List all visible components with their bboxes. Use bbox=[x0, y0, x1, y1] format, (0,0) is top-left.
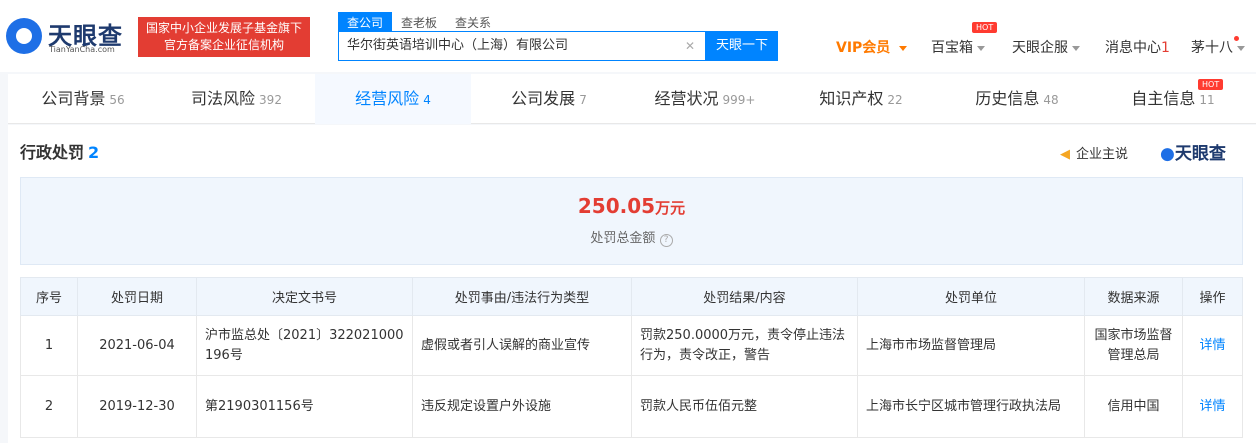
search-input[interactable]: 华尔街英语培训中心（上海）有限公司 ✕ bbox=[338, 31, 706, 61]
badge-line-1: 国家中小企业发展子基金旗下 bbox=[145, 21, 302, 35]
notification-dot bbox=[1234, 36, 1239, 41]
search-type-tabs: 查公司 查老板 查关系 bbox=[338, 12, 500, 33]
cell-authority: 上海市市场监督管理局 bbox=[857, 315, 1085, 376]
chevron-down-icon bbox=[1237, 45, 1245, 51]
col-action: 操作 bbox=[1182, 277, 1243, 316]
chevron-down-icon bbox=[1072, 45, 1080, 51]
tab-search-relation[interactable]: 查关系 bbox=[446, 12, 500, 33]
cell-authority: 上海市长宁区城市管理行政执法局 bbox=[857, 375, 1085, 438]
brand-domain: TianYanCha.com bbox=[49, 45, 115, 54]
total-penalty-amount: 250.05万元 bbox=[577, 194, 686, 218]
tab-company-development[interactable]: 公司发展 7 bbox=[471, 74, 627, 124]
table-row: 1 2021-06-04 沪市监总处〔2021〕322021000196号 虚假… bbox=[20, 315, 1243, 376]
top-header: 天眼查 TianYanCha.com 国家中小企业发展子基金旗下 官方备案企业征… bbox=[0, 0, 1256, 72]
cell-doc-number: 第2190301156号 bbox=[196, 375, 413, 438]
tab-self-info[interactable]: 自主信息 11 bbox=[1095, 74, 1251, 124]
tab-operational-risk[interactable]: 经营风险 4 bbox=[315, 74, 471, 124]
vip-label: VIP会员 bbox=[836, 40, 891, 56]
tab-intellectual-property[interactable]: 知识产权 22 bbox=[783, 74, 939, 124]
cell-reason: 违反规定设置户外设施 bbox=[412, 375, 632, 438]
penalty-table: 序号 处罚日期 决定文书号 处罚事由/违法行为类型 处罚结果/内容 处罚单位 数… bbox=[20, 277, 1243, 438]
admin-penalty-panel: 行政处罚 2 ◀ 企业主说 ●天眼查 250.05万元 处罚总金额 ? 序号 处罚日… bbox=[8, 125, 1256, 443]
clear-icon[interactable]: ✕ bbox=[685, 32, 695, 60]
col-date: 处罚日期 bbox=[77, 277, 197, 316]
cell-date: 2019-12-30 bbox=[77, 375, 197, 438]
treasure-box-label: 百宝箱 bbox=[931, 40, 973, 56]
tab-business-status[interactable]: 经营状况 999+ bbox=[627, 74, 783, 124]
enterprise-service-menu[interactable]: 天眼企服 bbox=[1012, 37, 1080, 57]
hot-badge: HOT bbox=[972, 22, 998, 33]
badge-line-2: 官方备案企业征信机构 bbox=[163, 38, 284, 52]
megaphone-icon: ◀ bbox=[1060, 147, 1070, 162]
treasure-box-menu[interactable]: 百宝箱 bbox=[931, 37, 985, 57]
company-says-link[interactable]: ◀ 企业主说 bbox=[1060, 143, 1128, 162]
main-tabs: 公司背景 56 司法风险 392 经营风险 4 公司发展 7 经营状况 999+ 知识产权… bbox=[8, 74, 1256, 124]
cell-index: 2 bbox=[20, 375, 78, 438]
detail-link[interactable]: 详情 bbox=[1182, 375, 1243, 438]
logo-mark-icon bbox=[6, 18, 42, 54]
vip-menu[interactable]: VIP会员 bbox=[836, 37, 907, 57]
help-icon[interactable]: ? bbox=[659, 234, 673, 247]
tab-judicial-risk[interactable]: 司法风险 392 bbox=[158, 74, 315, 124]
col-doc-number: 决定文书号 bbox=[196, 277, 413, 316]
logo-mark-icon: ● bbox=[1160, 144, 1175, 164]
message-count: 1 bbox=[1161, 40, 1170, 56]
cell-source: 国家市场监督管理总局 bbox=[1084, 315, 1183, 376]
message-center-label: 消息中心 bbox=[1105, 40, 1161, 56]
col-source: 数据来源 bbox=[1084, 277, 1183, 316]
cell-reason: 虚假或者引人误解的商业宣传 bbox=[412, 315, 632, 376]
user-name: 茅十八 bbox=[1191, 40, 1233, 56]
col-authority: 处罚单位 bbox=[857, 277, 1085, 316]
section-count: 2 bbox=[88, 143, 100, 162]
detail-link[interactable]: 详情 bbox=[1182, 315, 1243, 376]
cell-date: 2021-06-04 bbox=[77, 315, 197, 376]
enterprise-service-label: 天眼企服 bbox=[1012, 40, 1068, 56]
cell-doc-number: 沪市监总处〔2021〕322021000196号 bbox=[196, 315, 413, 376]
cell-source: 信用中国 bbox=[1084, 375, 1183, 438]
message-center[interactable]: 消息中心1 bbox=[1105, 37, 1170, 57]
col-reason: 处罚事由/违法行为类型 bbox=[412, 277, 632, 316]
cell-result: 罚款250.0000万元，责令停止违法行为，责令改正，警告 bbox=[631, 315, 858, 376]
tianyancha-logo: ●天眼查 bbox=[1160, 144, 1226, 164]
table-row: 2 2019-12-30 第2190301156号 违反规定设置户外设施 罚款人… bbox=[20, 375, 1243, 438]
total-penalty-label: 处罚总金额 ? bbox=[21, 227, 1242, 247]
section-title: 行政处罚 2 bbox=[20, 143, 100, 162]
official-badge: 国家中小企业发展子基金旗下 官方备案企业征信机构 bbox=[138, 17, 310, 57]
table-header-row: 序号 处罚日期 决定文书号 处罚事由/违法行为类型 处罚结果/内容 处罚单位 数… bbox=[20, 277, 1243, 316]
col-result: 处罚结果/内容 bbox=[631, 277, 858, 316]
cell-result: 罚款人民币伍佰元整 bbox=[631, 375, 858, 438]
brand-logo[interactable]: 天眼查 TianYanCha.com bbox=[6, 14, 128, 58]
tab-company-background[interactable]: 公司背景 56 bbox=[8, 74, 158, 124]
hot-badge: HOT bbox=[1198, 79, 1224, 90]
cell-index: 1 bbox=[20, 315, 78, 376]
chevron-down-icon bbox=[977, 45, 985, 51]
search-button[interactable]: 天眼一下 bbox=[706, 31, 778, 61]
tab-search-company[interactable]: 查公司 bbox=[338, 12, 393, 33]
penalty-summary: 250.05万元 处罚总金额 ? bbox=[20, 177, 1243, 265]
search-input-value: 华尔街英语培训中心（上海）有限公司 bbox=[347, 38, 569, 53]
tab-search-boss[interactable]: 查老板 bbox=[392, 12, 446, 33]
chevron-down-icon bbox=[898, 45, 907, 51]
col-index: 序号 bbox=[20, 277, 78, 316]
tab-history[interactable]: 历史信息 48 bbox=[939, 74, 1095, 124]
